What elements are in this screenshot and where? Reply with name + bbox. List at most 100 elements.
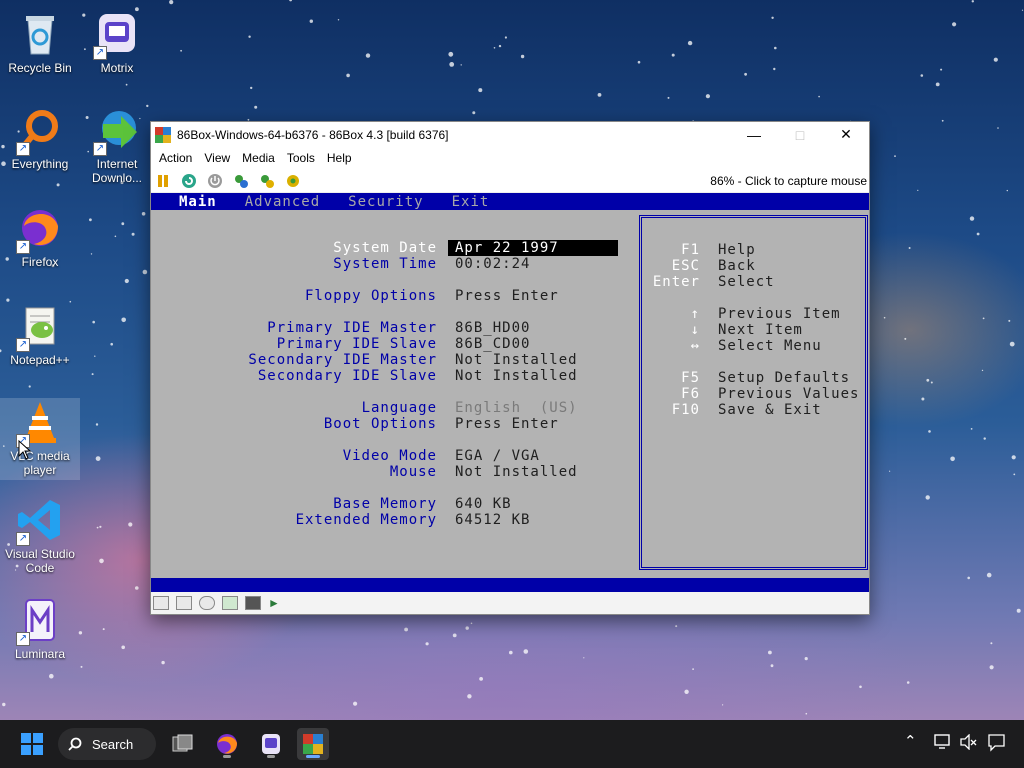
shortcut-arrow-icon: ↗ — [16, 338, 30, 352]
bios-tab-exit[interactable]: Exit — [452, 194, 490, 210]
floppy-drive-2-icon[interactable] — [176, 596, 192, 610]
help-text: Select Menu — [718, 338, 822, 354]
vlc-icon: ↗ — [16, 398, 64, 448]
help-key: F10 — [671, 402, 700, 418]
desktop-icon-firefox[interactable]: ↗ Firefox — [0, 204, 80, 269]
running-indicator — [267, 755, 275, 758]
bios-value-floppy-options[interactable]: Press Enter — [455, 288, 559, 304]
network-icon[interactable] — [934, 734, 952, 750]
internet-download-manager-icon: ↗ — [93, 106, 141, 156]
desktop-icon-motrix[interactable]: ↗ Motrix — [77, 10, 157, 75]
bios-value-video-mode: EGA / VGA — [455, 448, 540, 464]
desktop-icon-label: Recycle Bin — [8, 61, 72, 75]
help-text: Select — [718, 274, 775, 290]
desktop-icon-label: Firefox — [21, 255, 59, 269]
window-title: 86Box-Windows-64-b6376 - 86Box 4.3 [buil… — [177, 127, 449, 142]
help-text: Previous Values — [718, 386, 860, 402]
bios-value-system-date[interactable]: Apr 22 1997 — [448, 240, 618, 256]
bios-tab-advanced[interactable]: Advanced — [245, 194, 320, 210]
taskbar: Search ⌃ — [0, 720, 1024, 768]
menu-help[interactable]: Help — [321, 151, 358, 165]
bios-label-language: Language — [361, 400, 437, 416]
bios-screen[interactable]: Main Advanced Security Exit System Date … — [151, 193, 869, 594]
help-text: Previous Item — [718, 306, 841, 322]
window-titlebar[interactable]: 86Box-Windows-64-b6376 - 86Box 4.3 [buil… — [151, 122, 869, 147]
desktop-icon-notepadpp[interactable]: ↗ Notepad++ — [0, 302, 80, 367]
bios-value-primary-ide-slave[interactable]: 86B_CD00 — [455, 336, 530, 352]
desktop-icon-recycle-bin[interactable]: Recycle Bin — [0, 10, 80, 75]
sound-icon[interactable]: ► — [268, 596, 284, 610]
bios-value-secondary-ide-master[interactable]: Not Installed — [455, 352, 578, 368]
menu-media[interactable]: Media — [236, 151, 281, 165]
help-text: Setup Defaults — [718, 370, 851, 386]
bios-label-base-memory: Base Memory — [333, 496, 437, 512]
desktop-icon-label: Luminara — [14, 647, 66, 661]
help-key: Enter — [652, 274, 700, 290]
show-hidden-icons-chevron-icon[interactable]: ⌃ — [904, 732, 917, 750]
bios-label-floppy-options: Floppy Options — [304, 288, 437, 304]
running-indicator — [223, 755, 231, 758]
toolbar: 86% - Click to capture mouse — [151, 169, 869, 193]
left-right-arrow-icon: ↔ — [690, 338, 700, 354]
taskbar-firefox[interactable] — [211, 728, 243, 760]
menu-tools[interactable]: Tools — [281, 151, 321, 165]
close-button[interactable]: ✕ — [823, 122, 869, 147]
volume-muted-icon[interactable] — [960, 734, 978, 750]
help-text: Back — [718, 258, 756, 274]
menu-view[interactable]: View — [198, 151, 236, 165]
ctrl-alt-del-icon[interactable] — [232, 172, 250, 190]
bios-label-video-mode: Video Mode — [342, 448, 437, 464]
86box-app-icon — [155, 126, 171, 143]
desktop-icon-internet-download-manager[interactable]: ↗ Internet Downlo... — [77, 106, 157, 185]
shortcut-arrow-icon: ↗ — [16, 240, 30, 254]
desktop-icon-label: Everything — [11, 157, 69, 171]
desktop-icon-luminara[interactable]: ↗ Luminara — [0, 596, 80, 661]
minimize-button[interactable]: — — [731, 122, 777, 147]
bios-tab-security[interactable]: Security — [348, 194, 423, 210]
taskbar-task-view[interactable] — [167, 728, 199, 760]
desktop-icon-label: Internet Downlo... — [91, 157, 143, 185]
emulator-window[interactable]: 86Box-Windows-64-b6376 - 86Box 4.3 [buil… — [150, 121, 870, 615]
maximize-button[interactable]: □ — [777, 122, 823, 147]
vscode-icon: ↗ — [16, 496, 64, 546]
power-icon[interactable] — [206, 172, 224, 190]
desktop-icon-vlc[interactable]: ↗ VLC media player — [0, 398, 80, 480]
taskbar-motrix[interactable] — [255, 728, 287, 760]
bios-label-secondary-ide-master: Secondary IDE Master — [248, 352, 437, 368]
ctrl-alt-esc-icon[interactable] — [258, 172, 276, 190]
menu-bar: Action View Media Tools Help — [151, 147, 869, 169]
desktop-icon-label: Motrix — [100, 61, 134, 75]
desktop-icon-everything[interactable]: ↗ Everything — [0, 106, 80, 171]
86box-app-icon — [303, 734, 323, 754]
down-arrow-icon: ↓ — [690, 322, 700, 338]
pause-icon[interactable] — [154, 172, 172, 190]
taskbar-search-button[interactable]: Search — [58, 728, 156, 760]
network-icon[interactable] — [245, 596, 261, 610]
taskbar-86box[interactable] — [297, 728, 329, 760]
bios-label-system-time: System Time — [333, 256, 437, 272]
floppy-drive-1-icon[interactable] — [153, 596, 169, 610]
shortcut-arrow-icon: ↗ — [93, 46, 107, 60]
task-view-icon — [172, 734, 193, 752]
menu-action[interactable]: Action — [153, 151, 198, 165]
notification-icon[interactable] — [988, 734, 1006, 752]
mouse-capture-status[interactable]: 86% - Click to capture mouse — [710, 174, 867, 188]
bios-tab-main[interactable]: Main — [179, 194, 217, 210]
help-key: ESC — [671, 258, 700, 274]
desktop-icon-label: Notepad++ — [10, 353, 70, 367]
bios-label-secondary-ide-slave: Secondary IDE Slave — [257, 368, 437, 384]
cdrom-drive-icon[interactable] — [199, 596, 215, 610]
start-button[interactable] — [16, 728, 48, 760]
settings-icon[interactable] — [284, 172, 302, 190]
bios-value-boot-options[interactable]: Press Enter — [455, 416, 559, 432]
hard-reset-icon[interactable] — [180, 172, 198, 190]
hard-disk-icon[interactable] — [222, 596, 238, 610]
bios-value-system-time[interactable]: 00:02:24 — [455, 256, 530, 272]
bios-value-primary-ide-master[interactable]: 86B_HD00 — [455, 320, 530, 336]
bios-menu-bar: Main Advanced Security Exit — [151, 193, 869, 210]
everything-search-icon: ↗ — [16, 106, 64, 156]
bios-help-panel: F1 Help ESC Back Enter Select ↑ Previous… — [639, 215, 868, 570]
desktop-icon-vscode[interactable]: ↗ Visual Studio Code — [0, 496, 80, 575]
bios-value-secondary-ide-slave[interactable]: Not Installed — [455, 368, 578, 384]
motrix-icon: ↗ — [93, 10, 141, 60]
